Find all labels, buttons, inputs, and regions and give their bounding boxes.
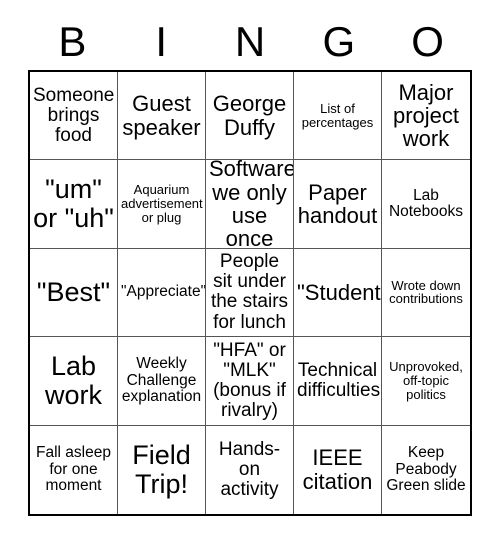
bingo-cell-label: Lab work	[44, 351, 102, 410]
bingo-cell-label: Hands-on activity	[218, 438, 281, 500]
bingo-header-letter-o: O	[411, 18, 444, 65]
bingo-cell-r1c1[interactable]: Someone brings food	[30, 72, 118, 161]
bingo-cell-r2c3[interactable]: Software we only use once	[206, 160, 294, 249]
bingo-cell-label: "Best"	[36, 277, 111, 308]
bingo-header-letter-n: N	[234, 18, 266, 65]
bingo-cell-label: People sit under the stairs for lunch	[210, 251, 289, 333]
bingo-cell-label: Technical difficulties	[297, 359, 381, 401]
bingo-cell-label: "um" or "uh"	[33, 174, 114, 234]
bingo-cell-label: "Appreciate"	[121, 283, 206, 301]
bingo-grid: Someone brings food Guest speaker George D…	[28, 70, 472, 516]
bingo-cell-r4c2[interactable]: Weekly Challenge explanation	[118, 337, 206, 426]
bingo-cell-r2c2[interactable]: Aquarium advertisement or plug	[118, 160, 206, 249]
bingo-cell-label: Guest speaker	[122, 91, 201, 140]
bingo-cell-label: Unprovoked, off-topic politics	[389, 359, 463, 402]
bingo-cell-r3c5[interactable]: Wrote down contributions	[382, 249, 470, 338]
bingo-cell-label: Paper handout	[297, 179, 378, 229]
bingo-cell-label: List of percentages	[301, 100, 374, 130]
bingo-cell-label: IEEE citation	[302, 445, 373, 494]
bingo-cell-label: Fall asleep for one moment	[36, 444, 111, 494]
bingo-header-letter-g: G	[322, 18, 356, 65]
bingo-header-letter-b: B	[58, 18, 87, 65]
bingo-cell-r1c4[interactable]: List of percentages	[294, 72, 382, 161]
bingo-cell-r1c2[interactable]: Guest speaker	[118, 72, 206, 161]
bingo-cell-label: Major project work	[392, 79, 460, 152]
bingo-cell-r5c3[interactable]: Hands-on activity	[206, 425, 294, 514]
bingo-cell-label: Someone brings food	[33, 84, 115, 146]
bingo-cell-label: George Duffy	[212, 91, 287, 140]
bingo-cell-r1c3[interactable]: George Duffy	[206, 72, 294, 161]
bingo-cell-r5c5[interactable]: Keep Peabody Green slide	[382, 426, 470, 514]
bingo-cell-r2c5[interactable]: Lab Notebooks	[382, 160, 470, 249]
bingo-cell-label: Software we only use once	[209, 160, 294, 249]
bingo-cell-label: Lab Notebooks	[388, 186, 464, 221]
bingo-cell-label: Wrote down contributions	[389, 277, 463, 307]
bingo-cell-label: Keep Peabody Green slide	[386, 444, 466, 494]
bingo-cell-r4c1[interactable]: Lab work	[30, 337, 118, 426]
bingo-header-letter-i: I	[155, 18, 168, 65]
bingo-cell-r5c1[interactable]: Fall asleep for one moment	[30, 425, 118, 514]
bingo-cell-r5c4[interactable]: IEEE citation	[294, 425, 382, 514]
bingo-cell-label: "HFA" or "MLK" (bonus if rivalry)	[213, 339, 286, 422]
bingo-cell-r2c1[interactable]: "um" or "uh"	[30, 160, 118, 249]
bingo-cell-r2c4[interactable]: Paper handout	[294, 160, 382, 249]
bingo-cell-r1c5[interactable]: Major project work	[382, 72, 470, 161]
bingo-cell-label: Aquarium advertisement or plug	[121, 182, 203, 225]
bingo-header-row: B I N G O	[28, 14, 472, 70]
bingo-cell-r4c3[interactable]: "HFA" or "MLK" (bonus if rivalry)	[206, 337, 294, 426]
bingo-cell-r4c4[interactable]: Technical difficulties	[294, 337, 382, 426]
bingo-cell-r3c2[interactable]: "Appreciate"	[118, 248, 206, 338]
bingo-cell-label: Weekly Challenge explanation	[121, 355, 202, 406]
bingo-cell-r3c3[interactable]: People sit under the stairs for lunch	[206, 248, 294, 338]
bingo-cell-label: "Student"	[297, 279, 382, 305]
bingo-cell-r4c5[interactable]: Unprovoked, off-topic politics	[382, 337, 470, 426]
bingo-cell-r3c4[interactable]: "Student"	[294, 248, 382, 338]
bingo-card: B I N G O Someone brings food Guest speak…	[0, 0, 500, 544]
bingo-cell-r3c1[interactable]: "Best"	[30, 248, 118, 338]
bingo-cell-r5c2[interactable]: Field Trip!	[118, 425, 206, 514]
bingo-cell-label: Field Trip!	[132, 440, 191, 499]
